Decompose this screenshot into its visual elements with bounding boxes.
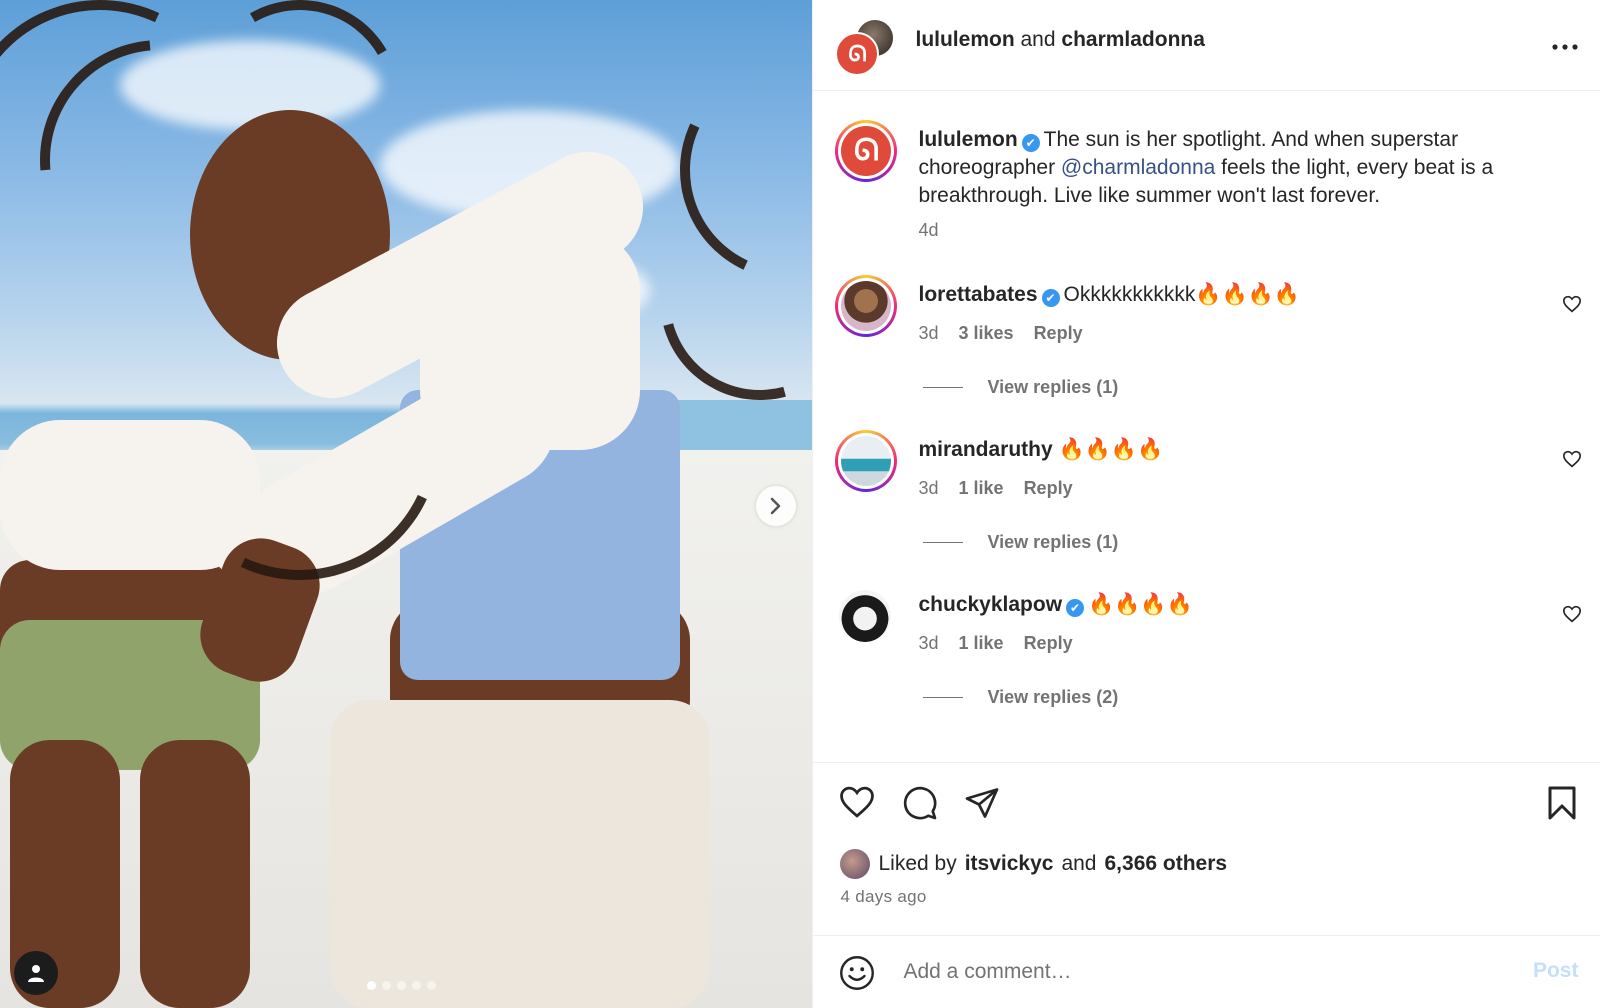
view-replies-label: View replies (2) (987, 687, 1119, 707)
reply-button[interactable]: Reply (1024, 633, 1073, 654)
smiley-icon (840, 956, 875, 990)
divider-line (923, 542, 964, 543)
likes-and: and (1061, 852, 1097, 875)
reply-button[interactable]: Reply (1024, 478, 1073, 499)
user-icon (28, 965, 44, 982)
comment-time: 3d (918, 633, 939, 653)
pants-center (330, 700, 710, 1008)
likes-prefix: Liked by (878, 852, 957, 875)
verified-icon: ✔ (1066, 599, 1085, 617)
comment-username[interactable]: lorettabates (918, 283, 1037, 306)
liker-avatar[interactable] (840, 849, 871, 879)
comment-text: mirandaruthy 🔥🔥🔥🔥 (918, 436, 1530, 464)
carousel-indicator (367, 981, 436, 990)
comment-time: 3d (918, 478, 939, 498)
header-username-lululemon[interactable]: lululemon (915, 28, 1014, 51)
comments-section[interactable]: ᘏ lululemon ✔ The sun is her spotlight. An… (813, 90, 1600, 762)
like-button[interactable] (838, 785, 876, 824)
like-comment-button[interactable] (1562, 605, 1582, 628)
mention-link[interactable]: @charmladonna (1061, 156, 1215, 179)
caption-text: lululemon ✔ The sun is her spotlight. And … (918, 126, 1530, 210)
comment-username[interactable]: mirandaruthy (918, 438, 1052, 461)
emoji-button[interactable] (839, 955, 875, 996)
next-image-button[interactable] (756, 486, 796, 526)
carousel-dot (427, 981, 436, 990)
likes-summary: Liked by itsvickyc and 6,366 others (840, 849, 1227, 879)
like-comment-button[interactable] (1562, 450, 1582, 473)
liker-username[interactable]: itsvickyc (965, 852, 1054, 876)
post-header: ᘏ lululemon and charmladonna (813, 0, 1600, 91)
comment-content: 🔥🔥🔥🔥 (1088, 593, 1193, 616)
share-button[interactable] (963, 785, 1001, 826)
post-modal: ᘏ lululemon and charmladonna ᘏ lululemon… (0, 0, 1600, 1008)
heart-icon (1563, 295, 1582, 313)
add-comment-bar: Post (813, 935, 1600, 1008)
carousel-dot (397, 981, 406, 990)
carousel-dot (382, 981, 391, 990)
reply-button[interactable]: Reply (1034, 323, 1083, 344)
comment-text: lorettabates ✔ Okkkkkkkkkkk🔥🔥🔥🔥 (918, 281, 1530, 309)
divider-line (923, 387, 964, 388)
chevron-right-icon (770, 497, 781, 515)
view-replies-button[interactable]: View replies (2) (923, 687, 1118, 708)
comment-icon (904, 786, 937, 820)
save-button[interactable] (1546, 785, 1578, 826)
comment-meta: 3d 1 like Reply (918, 478, 1072, 499)
post-image[interactable] (0, 0, 813, 1008)
comment-avatar[interactable] (835, 275, 898, 337)
divider-line (923, 697, 964, 698)
view-replies-label: View replies (1) (987, 377, 1119, 397)
heart-icon (840, 786, 875, 818)
comment-content: Okkkkkkkkkkk🔥🔥🔥🔥 (1063, 283, 1300, 306)
heart-icon (1563, 450, 1582, 468)
comment-meta: 3d 1 like Reply (918, 633, 1072, 654)
header-and: and (1020, 28, 1056, 51)
verified-icon: ✔ (1021, 134, 1040, 152)
comment-avatar[interactable] (835, 430, 898, 492)
more-icon (1552, 44, 1578, 50)
caption-username[interactable]: lululemon (918, 128, 1017, 151)
comment-likes[interactable]: 3 likes (959, 323, 1014, 344)
comment-username[interactable]: chuckyklapow (918, 593, 1062, 616)
verified-icon: ✔ (1041, 289, 1060, 307)
caption-time: 4d (918, 220, 939, 240)
avatar-lululemon[interactable]: ᘏ (835, 32, 880, 76)
post-comment-button[interactable]: Post (1533, 959, 1579, 983)
view-replies-button[interactable]: View replies (1) (923, 377, 1118, 398)
carousel-dot (367, 981, 376, 990)
comment-content: 🔥🔥🔥🔥 (1058, 438, 1164, 461)
caption-avatar[interactable]: ᘏ (835, 120, 898, 182)
view-replies-label: View replies (1) (987, 532, 1119, 552)
carousel-dot (412, 981, 421, 990)
likes-count[interactable]: 6,366 others (1105, 852, 1228, 876)
post-sidebar: ᘏ lululemon and charmladonna ᘏ lululemon… (812, 0, 1600, 1008)
post-date[interactable]: 4 days ago (840, 887, 926, 907)
view-replies-button[interactable]: View replies (1) (923, 532, 1118, 553)
comment-text: chuckyklapow ✔ 🔥🔥🔥🔥 (918, 591, 1530, 619)
bookmark-icon (1548, 786, 1576, 820)
heart-icon (1563, 605, 1582, 623)
more-options-button[interactable] (1552, 26, 1578, 57)
comment-meta: 3d 3 likes Reply (918, 323, 1082, 344)
send-icon (966, 788, 999, 818)
comment-avatar[interactable] (839, 590, 892, 642)
comment-likes[interactable]: 1 like (959, 478, 1004, 499)
comment-input[interactable] (901, 953, 1506, 991)
action-bar: Liked by itsvickyc and 6,366 others 4 da… (813, 762, 1600, 936)
leg-right (140, 740, 250, 1008)
collab-avatars[interactable]: ᘏ (835, 18, 896, 76)
comment-time: 3d (918, 323, 939, 343)
tagged-users-button[interactable] (14, 951, 58, 995)
header-title: lululemon and charmladonna (915, 28, 1204, 52)
caption-meta: 4d (918, 220, 938, 241)
header-username-charmladonna[interactable]: charmladonna (1061, 28, 1205, 51)
like-comment-button[interactable] (1562, 295, 1582, 318)
comment-button[interactable] (901, 785, 939, 826)
comment-likes[interactable]: 1 like (959, 633, 1004, 654)
